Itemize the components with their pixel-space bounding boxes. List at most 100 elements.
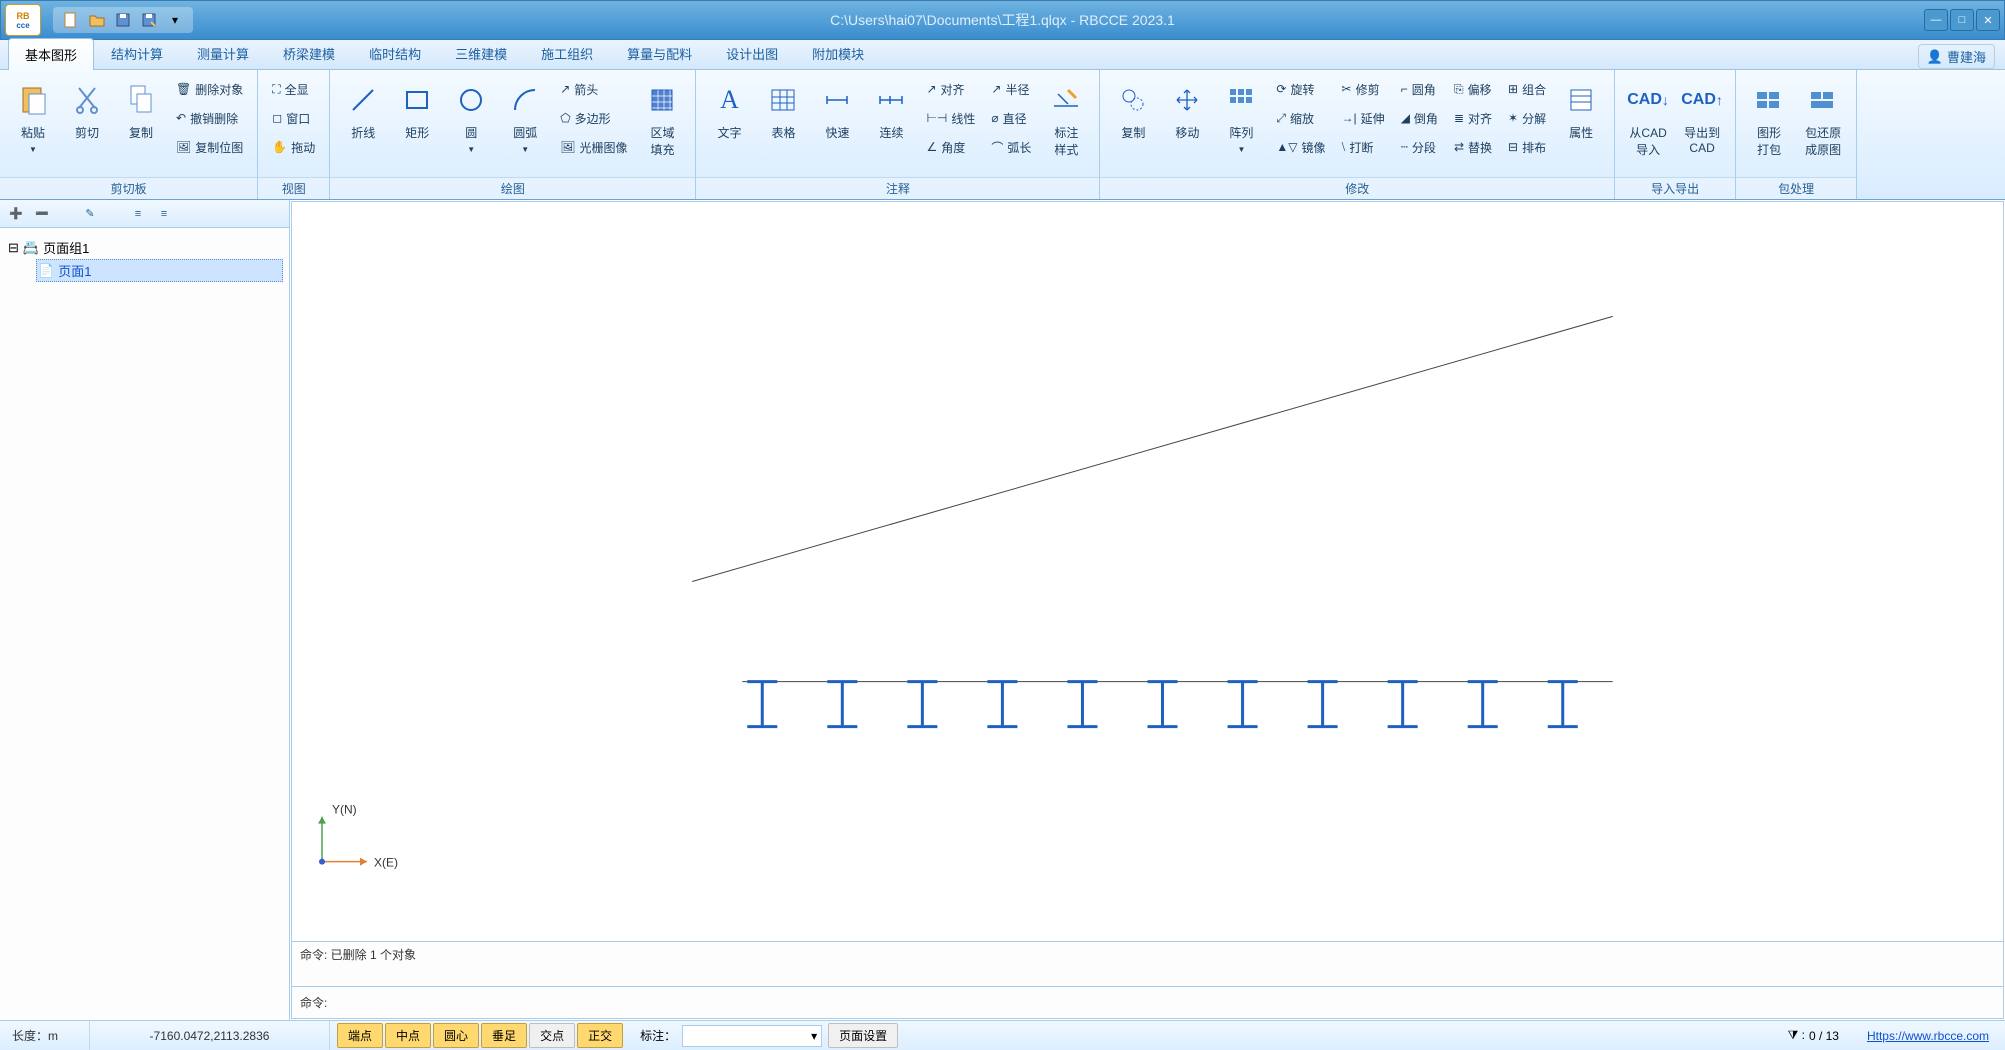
outdent-icon[interactable]: ≡ <box>128 204 148 224</box>
arrow-button[interactable]: ↗箭头 <box>554 76 633 102</box>
circle-button[interactable]: 圆▼ <box>446 76 496 158</box>
segment-button[interactable]: ┄分段 <box>1395 134 1444 160</box>
dim-style-button[interactable]: 标注 样式 <box>1041 76 1091 162</box>
tab-addon[interactable]: 附加模块 <box>795 37 881 69</box>
offset-button[interactable]: ⎘偏移 <box>1448 76 1498 102</box>
indent-icon[interactable]: ≡ <box>154 204 174 224</box>
tab-structure-calc[interactable]: 结构计算 <box>94 37 180 69</box>
import-cad-button[interactable]: CAD↓从CAD 导入 <box>1623 76 1673 162</box>
arclen-dim-button[interactable]: ⌒弧长 <box>985 134 1037 160</box>
rectangle-icon <box>403 80 431 120</box>
label-combo[interactable]: ▾ <box>682 1025 822 1047</box>
command-input-line[interactable]: 命令: <box>292 986 2003 1018</box>
text-button[interactable]: A文字 <box>704 76 754 145</box>
diameter-dim-button[interactable]: ⌀直径 <box>985 105 1037 131</box>
edit-page-icon[interactable]: ✎ <box>80 204 100 224</box>
group-objects-button[interactable]: ⊞组合 <box>1502 76 1552 102</box>
break-button[interactable]: ⧵打断 <box>1336 134 1391 160</box>
mirror-button[interactable]: ▲▽镜像 <box>1270 134 1331 160</box>
polygon-button[interactable]: ⬠多边形 <box>554 105 633 131</box>
tab-survey-calc[interactable]: 测量计算 <box>180 37 266 69</box>
polyline-button[interactable]: 折线 <box>338 76 388 145</box>
align-modify-button[interactable]: ≣对齐 <box>1448 105 1498 131</box>
fill-button[interactable]: 区域 填充 <box>637 76 687 162</box>
restore-pack-button[interactable]: 包还原 成原图 <box>1798 76 1848 162</box>
snap-perp-button[interactable]: 垂足 <box>481 1023 527 1048</box>
tab-design-output[interactable]: 设计出图 <box>709 37 795 69</box>
snap-endpoint-button[interactable]: 端点 <box>337 1023 383 1048</box>
arrange-icon: ⊟ <box>1508 140 1518 154</box>
pan-button[interactable]: ✋拖动 <box>266 134 321 160</box>
close-button[interactable]: ✕ <box>1976 9 2000 31</box>
align-dim-button[interactable]: ↗对齐 <box>920 76 981 102</box>
paste-button[interactable]: 粘贴▼ <box>8 76 58 158</box>
fillet-button[interactable]: ⌐圆角 <box>1395 76 1444 102</box>
tree-root-node[interactable]: ⊟ 📇 页面组1 <box>6 236 283 259</box>
modify-copy-button[interactable]: 复制 <box>1108 76 1158 145</box>
window-zoom-button[interactable]: ◻窗口 <box>266 105 321 131</box>
tab-basic-graphics[interactable]: 基本图形 <box>8 38 94 70</box>
tree-child-node[interactable]: 📄 页面1 <box>36 259 283 282</box>
arc-button[interactable]: 圆弧▼ <box>500 76 550 158</box>
chamfer-button[interactable]: ◢倒角 <box>1395 105 1444 131</box>
delete-object-button[interactable]: 🗑删除对象 <box>170 76 249 102</box>
snap-ortho-button[interactable]: 正交 <box>577 1023 623 1048</box>
undo-delete-button[interactable]: ↶撤销删除 <box>170 105 249 131</box>
arrange-button[interactable]: ⊟排布 <box>1502 134 1552 160</box>
restore-icon <box>1809 80 1837 120</box>
tab-construction[interactable]: 施工组织 <box>524 37 610 69</box>
add-page-icon[interactable]: ➕ <box>6 204 26 224</box>
raster-button[interactable]: 🖼光栅图像 <box>554 134 633 160</box>
tab-quantity[interactable]: 算量与配料 <box>610 37 709 69</box>
snap-midpoint-button[interactable]: 中点 <box>385 1023 431 1048</box>
trim-button[interactable]: ✂修剪 <box>1336 76 1391 102</box>
segment-icon: ┄ <box>1401 140 1408 154</box>
page-settings-button[interactable]: 页面设置 <box>828 1023 898 1048</box>
quick-dim-button[interactable]: 快速 <box>812 76 862 145</box>
command-history: 命令: 已删除 1 个对象 <box>292 941 2003 986</box>
qat-dropdown-icon[interactable]: ▾ <box>163 9 187 31</box>
rectangle-button[interactable]: 矩形 <box>392 76 442 145</box>
align-dim-icon: ↗ <box>926 82 936 96</box>
array-button[interactable]: 阵列▼ <box>1216 76 1266 158</box>
pack-image-button[interactable]: 图形 打包 <box>1744 76 1794 162</box>
website-link[interactable]: Https://www.rbcce.com <box>1851 1029 2005 1043</box>
cut-button[interactable]: 剪切 <box>62 76 112 145</box>
delete-page-icon[interactable]: ➖ <box>32 204 52 224</box>
maximize-button[interactable]: □ <box>1950 9 1974 31</box>
continuous-dim-button[interactable]: 连续 <box>866 76 916 145</box>
drawing-canvas[interactable]: Y(N) X(E) <box>292 202 2003 941</box>
export-cad-button[interactable]: CAD↑导出到 CAD <box>1677 76 1727 159</box>
copy-button[interactable]: 复制 <box>116 76 166 145</box>
minimize-button[interactable]: — <box>1924 9 1948 31</box>
save-as-icon[interactable] <box>137 9 161 31</box>
open-file-icon[interactable] <box>85 9 109 31</box>
linear-dim-button[interactable]: ⊢⊣线性 <box>920 105 981 131</box>
angle-dim-button[interactable]: ∠角度 <box>920 134 981 160</box>
tab-bridge-model[interactable]: 桥梁建模 <box>266 37 352 69</box>
user-account-button[interactable]: 👤 曹建海 <box>1918 44 1995 69</box>
move-button[interactable]: 移动 <box>1162 76 1212 145</box>
snap-intersection-button[interactable]: 交点 <box>529 1023 575 1048</box>
cad-export-icon: CAD↑ <box>1681 80 1723 120</box>
extend-button[interactable]: →|延伸 <box>1336 105 1391 131</box>
replace-button[interactable]: ⇄替换 <box>1448 134 1498 160</box>
canvas-svg: Y(N) X(E) <box>292 202 2003 941</box>
explode-button[interactable]: ✶分解 <box>1502 105 1552 131</box>
rotate-button[interactable]: ⟳旋转 <box>1270 76 1331 102</box>
snap-center-button[interactable]: 圆心 <box>433 1023 479 1048</box>
tab-temp-structure[interactable]: 临时结构 <box>352 37 438 69</box>
tree-root-label: 页面组1 <box>43 238 89 257</box>
command-history-text: 命令: 已删除 1 个对象 <box>300 948 416 962</box>
hatch-icon <box>648 80 676 120</box>
scale-button[interactable]: ⤢缩放 <box>1270 105 1331 131</box>
radius-dim-button[interactable]: ↗半径 <box>985 76 1037 102</box>
save-icon[interactable] <box>111 9 135 31</box>
chamfer-icon: ◢ <box>1401 111 1410 125</box>
tab-3d-model[interactable]: 三维建模 <box>438 37 524 69</box>
full-display-button[interactable]: ⛶全显 <box>266 76 321 102</box>
new-file-icon[interactable] <box>59 9 83 31</box>
table-button[interactable]: 表格 <box>758 76 808 145</box>
copy-bitmap-button[interactable]: 🖼复制位图 <box>170 134 249 160</box>
attributes-button[interactable]: 属性 <box>1556 76 1606 145</box>
